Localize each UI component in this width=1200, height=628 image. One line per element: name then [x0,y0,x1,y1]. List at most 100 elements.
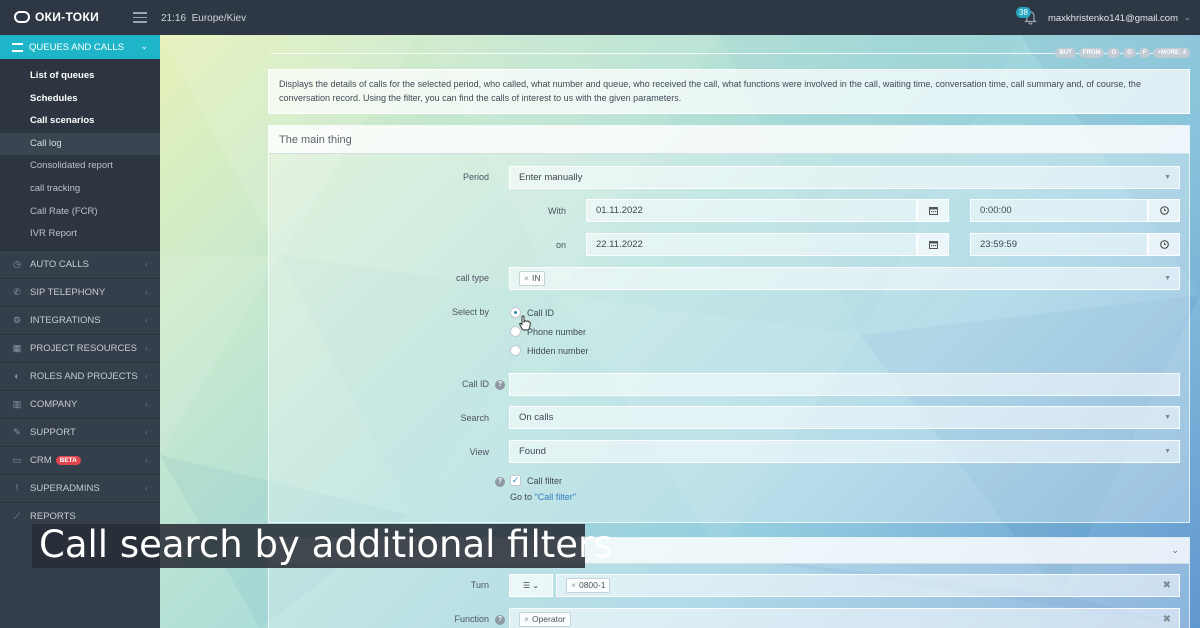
sidebar-item-project-resources[interactable]: ▦ PROJECT RESOURCES ‹ [0,333,160,362]
call-id-input[interactable] [509,373,1180,396]
with-label: With [548,206,566,216]
list-icon [12,42,23,52]
sidebar-item-label: ROLES AND PROJECTS [30,370,138,382]
search-label: Search [460,413,489,423]
chevron-down-icon[interactable]: ⌄ [1171,545,1179,556]
sidebar-item-label: AUTO CALLS [30,258,89,270]
page-description: Displays the details of calls for the se… [268,69,1190,114]
pill[interactable]: +MORE: 4 [1153,48,1190,58]
clock-icon: ◷ [13,258,21,269]
calendar-icon[interactable] [917,233,949,256]
hand-cursor-icon [519,315,531,331]
call-filter-checkbox[interactable]: ✓ [510,475,521,486]
call-filter-link[interactable]: "Call filter" [535,492,576,502]
goto-prefix: Go to [510,492,535,502]
toggle-icon: ◐ [14,371,20,382]
radio-hidden-number[interactable] [510,345,521,356]
sidebar-item-queues-and-calls[interactable]: QUEUES AND CALLS ⌄ [0,35,160,59]
sidebar-item-auto-calls[interactable]: ◷ AUTO CALLS ‹ [0,249,160,278]
caret-down-icon: ▼ [1164,275,1171,282]
function-label: Function [454,614,489,624]
list-mode-button[interactable]: ☰ ⌄ [509,574,553,597]
view-label: View [469,447,489,457]
caret-down-icon: ▼ [1164,414,1171,421]
chevron-down-icon: ⌄ [140,41,148,51]
sidebar-item-company[interactable]: ▥ COMPANY ‹ [0,389,160,418]
search-value: On calls [519,412,554,423]
help-icon[interactable]: ? [495,615,505,625]
call-filter-label: Call filter [527,476,563,486]
turn-tag[interactable]: × 0800-1 [566,578,611,593]
chevron-left-icon: ‹ [145,399,148,410]
calendar-icon[interactable] [917,199,949,222]
submenu-item-call-scenarios[interactable]: Call scenarios [0,110,160,133]
grid-icon: ▦ [12,342,22,353]
help-icon[interactable]: ? [495,380,505,390]
chevron-left-icon: ‹ [145,371,148,382]
pill[interactable]: G [1123,48,1136,58]
submenu-item-call-rate[interactable]: Call Rate (FCR) [0,201,160,224]
help-icon[interactable]: ? [495,477,505,487]
clear-icon[interactable]: ✖ [1163,609,1171,628]
chart-icon: ▥ [12,398,22,409]
filter-pills: BUT FROM O G F +MORE: 4 [1055,48,1190,58]
submenu-item-schedules[interactable]: Schedules [0,88,160,111]
view-select[interactable]: Found ▼ [509,440,1180,463]
on-time-input[interactable]: 23:59:59 [970,233,1148,256]
beta-badge: BETA [55,455,81,465]
radio-label: Phone number [527,327,587,337]
clear-icon[interactable]: ✖ [1163,575,1171,596]
logo-text: ОКИ-ТОКИ [35,10,99,24]
caret-down-icon: ▼ [1164,174,1171,181]
sidebar-item-label: SUPERADMINS [30,482,100,494]
notification-badge[interactable]: 38 [1016,7,1031,18]
list-icon: ☰ ⌄ [522,581,540,590]
sidebar-item-label: QUEUES AND CALLS [29,41,125,53]
submenu-item-call-log[interactable]: Call log [0,132,160,156]
submenu-item-list-of-queues[interactable]: List of queues [0,65,160,88]
clock-icon[interactable] [1148,199,1180,222]
function-select[interactable]: × Operator ✖ [509,608,1180,628]
pill[interactable]: FROM [1078,48,1105,58]
logo[interactable]: ОКИ-ТОКИ [14,10,99,24]
function-tag-text: Operator [531,614,566,624]
call-type-tag[interactable]: × IN [519,271,546,286]
pill[interactable]: BUT [1055,48,1076,58]
clock-icon[interactable] [1148,233,1180,256]
sidebar-item-support[interactable]: ✎ SUPPORT ‹ [0,417,160,446]
submenu: List of queues Schedules Call scenarios … [0,59,160,250]
goto-text: Go to "Call filter" [510,492,576,502]
sidebar-item-superadmins[interactable]: ! SUPERADMINS ‹ [0,473,160,502]
turn-select[interactable]: × 0800-1 ✖ [556,574,1180,597]
card-title: The main thing [269,126,1189,154]
sidebar-item-roles-and-projects[interactable]: ◐ ROLES AND PROJECTS ‹ [0,361,160,390]
sidebar-item-label: CRM [30,454,52,466]
chevron-down-icon[interactable]: ⌄ [1183,12,1191,23]
chevron-left-icon: ‹ [145,259,148,270]
chevron-left-icon: ‹ [145,427,148,438]
remove-icon[interactable]: × [524,614,529,624]
remove-icon[interactable]: × [571,580,576,590]
select-by-label: Select by [451,307,489,317]
with-date-input[interactable]: 01.11.2022 [586,199,917,222]
submenu-item-ivr-report[interactable]: IVR Report [0,223,160,246]
call-type-select[interactable]: × IN ▼ [509,267,1180,290]
period-select[interactable]: Enter manually ▼ [509,166,1180,189]
on-date-input[interactable]: 22.11.2022 [586,233,917,256]
remove-icon[interactable]: × [524,273,529,283]
function-tag[interactable]: × Operator [519,612,571,627]
on-label: on [555,240,566,250]
submenu-item-call-tracking[interactable]: call tracking [0,178,160,201]
user-menu[interactable]: maxkhristenko141@gmail.com [1048,13,1178,24]
submenu-item-consolidated-report[interactable]: Consolidated report [0,155,160,178]
with-time-input[interactable]: 0:00:00 [970,199,1148,222]
clock: 21:16 Europe/Kiev [161,13,246,24]
pill[interactable]: O [1107,48,1121,58]
chevron-left-icon: ‹ [145,483,148,494]
search-select[interactable]: On calls ▼ [509,406,1180,429]
menu-toggle-icon[interactable] [133,12,147,23]
sidebar-item-sip-telephony[interactable]: ✆ SIP TELEPHONY ‹ [0,277,160,306]
sidebar-item-crm[interactable]: ▭ CRM BETA ‹ [0,445,160,474]
pill[interactable]: F [1138,48,1151,58]
sidebar-item-integrations[interactable]: ⚙ INTEGRATIONS ‹ [0,305,160,334]
